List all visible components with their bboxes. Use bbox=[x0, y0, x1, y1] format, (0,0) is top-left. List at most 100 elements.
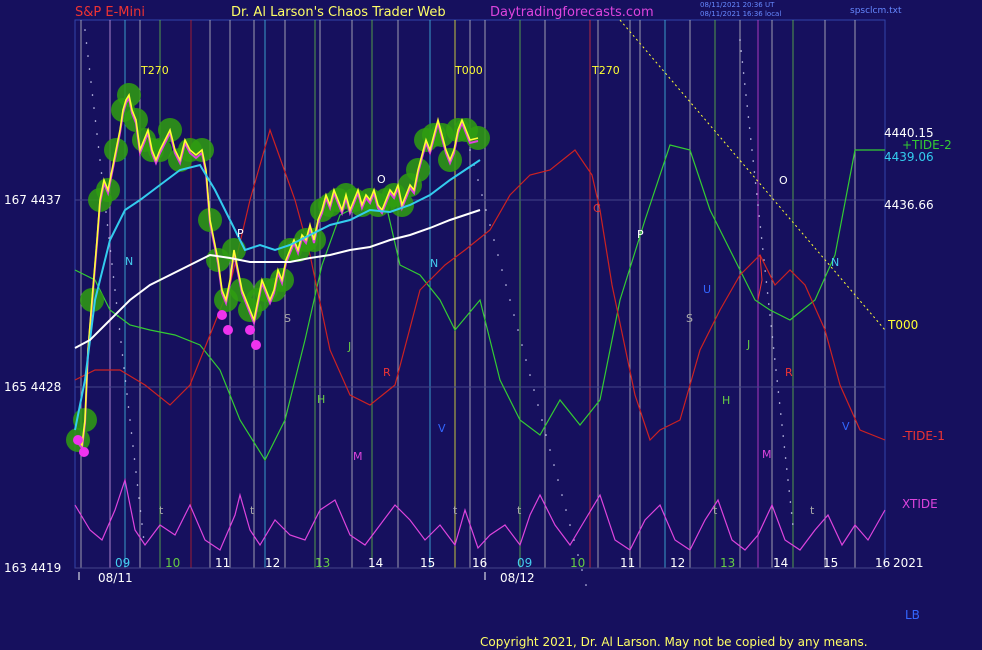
chaos-chart: 167 4437165 4428163 44194440.15+TIDE-244… bbox=[4, 19, 952, 586]
tick-letter-3: t bbox=[517, 504, 522, 517]
dot-b-4 bbox=[485, 209, 487, 211]
line-letter-13: U bbox=[703, 283, 711, 296]
dot-a-31 bbox=[130, 432, 133, 434]
file-name: spsclcm.txt bbox=[850, 6, 902, 16]
instrument-title: S&P E-Mini bbox=[75, 5, 145, 20]
dot-b-8 bbox=[501, 269, 503, 271]
dot-a-7 bbox=[94, 120, 97, 122]
dot-b-16 bbox=[533, 389, 535, 391]
x-tick-label-7: 16 bbox=[472, 556, 487, 570]
dot-a-27 bbox=[124, 380, 127, 382]
timestamp-local: 08/11/2021 16:36 local bbox=[700, 10, 782, 18]
dot-a-11 bbox=[100, 172, 103, 174]
dot-c-6 bbox=[746, 105, 748, 107]
line-letter-20: V bbox=[842, 420, 850, 433]
dot-a-32 bbox=[132, 445, 134, 447]
x-tick-label-5: 14 bbox=[368, 556, 383, 570]
line-letter-17: M bbox=[762, 448, 772, 461]
dot-b-6 bbox=[493, 239, 495, 241]
line-letter-1: P bbox=[237, 227, 244, 240]
line-letter-18: O bbox=[779, 174, 788, 187]
dot-a-0 bbox=[84, 29, 86, 31]
line-letter-15: J bbox=[746, 338, 750, 351]
dot-c-17 bbox=[759, 226, 762, 228]
line-letter-7: O bbox=[377, 173, 386, 186]
pivot-marker-3 bbox=[223, 325, 233, 335]
dot-a-30 bbox=[129, 419, 131, 421]
dot-a-14 bbox=[105, 211, 107, 213]
tick-letter-2: t bbox=[453, 504, 458, 517]
dot-b-20 bbox=[549, 449, 551, 451]
dot-c-43 bbox=[790, 512, 793, 514]
dot-c-28 bbox=[772, 347, 775, 349]
copyright: Copyright 2021, Dr. Al Larson. May not b… bbox=[480, 635, 868, 649]
x-tick-label-10: 11 bbox=[620, 556, 635, 570]
line-letter-9: N bbox=[430, 257, 438, 270]
dot-c-16 bbox=[758, 215, 760, 217]
dot-c-5 bbox=[745, 94, 747, 96]
dot-b-9 bbox=[505, 284, 507, 286]
line-letter-19: N bbox=[831, 256, 839, 269]
dot-c-35 bbox=[781, 424, 783, 426]
x-tick-label-0: 09 bbox=[115, 556, 130, 570]
dot-a-19 bbox=[112, 276, 115, 278]
dot-a-39 bbox=[142, 536, 145, 538]
x-tick-label-3: 12 bbox=[265, 556, 280, 570]
pivot-marker-5 bbox=[251, 340, 261, 350]
dot-b-24 bbox=[565, 509, 567, 511]
pivot-marker-4 bbox=[245, 325, 255, 335]
dot-b-5 bbox=[489, 224, 491, 226]
tick-letter-0: t bbox=[159, 504, 164, 517]
dot-c-14 bbox=[756, 193, 758, 195]
dot-a-3 bbox=[88, 68, 91, 70]
dot-a-15 bbox=[106, 224, 109, 226]
line-letter-0: N bbox=[125, 255, 133, 268]
line-letter-11: P bbox=[637, 228, 644, 241]
site-link[interactable]: Daytradingforecasts.com bbox=[490, 5, 654, 20]
x-tick-label-15: 16 bbox=[875, 556, 890, 570]
dot-c-29 bbox=[774, 358, 776, 360]
right-label-4: T000 bbox=[887, 318, 918, 332]
right-label-5: -TIDE-1 bbox=[902, 429, 945, 443]
dot-b-13 bbox=[521, 344, 523, 346]
dot-a-8 bbox=[96, 133, 98, 135]
dot-a-5 bbox=[91, 94, 94, 96]
dot-c-26 bbox=[770, 325, 772, 327]
dot-b-17 bbox=[537, 404, 539, 406]
dot-a-33 bbox=[133, 458, 136, 460]
dot-c-9 bbox=[750, 138, 752, 140]
line-letter-6: M bbox=[353, 450, 363, 463]
x-tick-label-9: 10 bbox=[570, 556, 585, 570]
dot-c-8 bbox=[748, 127, 751, 129]
dot-a-18 bbox=[111, 263, 113, 265]
dot-c-36 bbox=[782, 435, 784, 437]
dot-a-17 bbox=[109, 250, 112, 252]
y-axis-label-2: 163 4419 bbox=[4, 561, 61, 575]
x-tick-label-12: 13 bbox=[720, 556, 735, 570]
line-letter-10: C bbox=[593, 202, 601, 215]
dot-c-27 bbox=[771, 336, 774, 338]
dot-c-39 bbox=[786, 468, 788, 470]
dot-a-28 bbox=[126, 393, 128, 395]
lb-label: LB bbox=[905, 608, 920, 622]
y-axis-label-1: 165 4428 bbox=[4, 380, 61, 394]
dot-a-34 bbox=[135, 471, 137, 473]
line-letter-5: R bbox=[383, 366, 391, 379]
line-letter-4: J bbox=[347, 340, 351, 353]
dot-b-0 bbox=[469, 149, 471, 151]
dot-b-2 bbox=[477, 179, 479, 181]
dot-a-23 bbox=[118, 328, 121, 330]
dot-c-34 bbox=[780, 413, 782, 415]
dot-c-22 bbox=[765, 281, 768, 283]
dot-b-7 bbox=[497, 254, 499, 256]
dot-a-36 bbox=[138, 497, 140, 499]
date-label-1: 08/12 bbox=[500, 571, 535, 585]
dot-a-35 bbox=[136, 484, 139, 486]
line-letter-3: H bbox=[317, 393, 325, 406]
dot-b-21 bbox=[553, 464, 555, 466]
brand-title: Dr. Al Larson's Chaos Trader Web bbox=[231, 5, 446, 20]
dot-c-13 bbox=[754, 182, 757, 184]
line-letter-14: H bbox=[722, 394, 730, 407]
plot-frame bbox=[74, 19, 886, 569]
dot-c-38 bbox=[784, 457, 787, 459]
